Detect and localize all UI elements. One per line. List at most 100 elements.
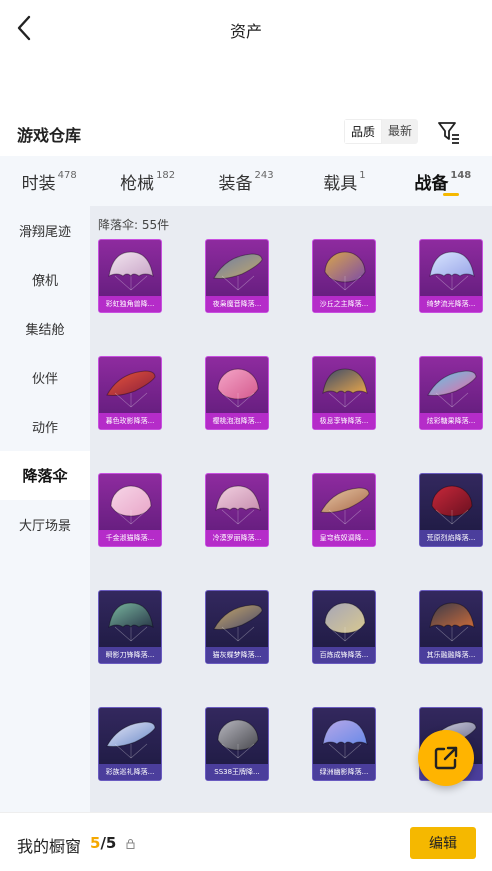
parachute-item-card[interactable]: 猫灰蝶梦降落... bbox=[205, 590, 269, 664]
parachute-item-card[interactable]: 绿洲幽影降落... bbox=[312, 707, 376, 781]
parachute-item-card[interactable]: 暮色玫影降落... bbox=[98, 356, 162, 430]
parachute-icon bbox=[106, 370, 156, 408]
parachute-icon bbox=[213, 604, 263, 642]
tab-combat-gear[interactable]: 战备 148 bbox=[394, 156, 492, 206]
top-nav: 资产 bbox=[0, 0, 492, 58]
parachute-icon bbox=[427, 370, 477, 408]
item-name: 樱桃泡泡降落... bbox=[206, 413, 268, 429]
parachute-icon bbox=[322, 719, 368, 759]
page-title: 资产 bbox=[229, 22, 262, 41]
parachute-icon bbox=[429, 602, 475, 642]
tab-label: 时装 bbox=[21, 173, 56, 194]
parachute-icon bbox=[110, 485, 152, 525]
item-name: 绮梦流光降落... bbox=[420, 296, 482, 312]
parachute-icon bbox=[108, 602, 154, 642]
tab-equipment[interactable]: 装备 243 bbox=[197, 156, 295, 206]
parachute-icon bbox=[213, 253, 263, 291]
item-name: 千金淑猫降落... bbox=[99, 530, 161, 546]
parachute-item-card[interactable]: 夜枭魔音降落... bbox=[205, 239, 269, 313]
item-name: SS38王牌降... bbox=[206, 764, 268, 780]
item-name: 百炼成锋降落... bbox=[313, 647, 375, 663]
item-name: 猫灰蝶梦降落... bbox=[206, 647, 268, 663]
parachute-icon bbox=[322, 368, 368, 408]
sort-by-quality[interactable]: 品质 bbox=[344, 119, 383, 144]
item-name: 沙丘之主降落... bbox=[313, 296, 375, 312]
item-name: 冷漠罗丽降落... bbox=[206, 530, 268, 546]
parachute-item-card[interactable]: 瞬影刀锋降落... bbox=[98, 590, 162, 664]
sort-toggle: 品质 最新 bbox=[344, 119, 419, 144]
parachute-item-card[interactable]: 彩虹独角兽降... bbox=[98, 239, 162, 313]
parachute-item-card[interactable]: 千金淑猫降落... bbox=[98, 473, 162, 547]
showcase-total: 5 bbox=[105, 834, 117, 852]
parachute-icon bbox=[320, 487, 370, 525]
tab-label: 战备 bbox=[414, 173, 449, 194]
item-name: 彩虹独角兽降... bbox=[99, 296, 161, 312]
parachute-item-card[interactable]: 彩族巡礼降落... bbox=[98, 707, 162, 781]
parachute-item-card[interactable]: 皇穹栋奴调降... bbox=[312, 473, 376, 547]
tab-fashion[interactable]: 时装 478 bbox=[0, 156, 98, 206]
item-name: 皇穹栋奴调降... bbox=[313, 530, 375, 546]
sidebar-item-parachute[interactable]: 降落伞 bbox=[0, 451, 90, 500]
tab-count: 1 bbox=[359, 169, 366, 181]
parachute-icon bbox=[429, 251, 475, 291]
tab-vehicles[interactable]: 载具 1 bbox=[295, 156, 393, 206]
parachute-item-card[interactable]: 其乐融融降落... bbox=[419, 590, 483, 664]
sidebar-item-emote[interactable]: 动作 bbox=[0, 402, 90, 451]
parachute-icon bbox=[106, 721, 156, 759]
showcase-count: 5/5 bbox=[90, 834, 116, 852]
item-name: 彩族巡礼降落... bbox=[99, 764, 161, 780]
asset-page: 资产 游戏仓库 品质 最新 时装 478 枪械 182 装备 243 载具 1 战备 14… bbox=[0, 0, 492, 871]
parachute-icon bbox=[217, 368, 259, 408]
tab-label: 装备 bbox=[218, 173, 253, 194]
parachute-icon bbox=[215, 485, 261, 525]
item-name: 夜枭魔音降落... bbox=[206, 296, 268, 312]
parachute-item-card[interactable]: 沙丘之主降落... bbox=[312, 239, 376, 313]
item-name: 炫彩糖果降落... bbox=[420, 413, 482, 429]
grid-caption: 降落伞: 55件 bbox=[98, 218, 170, 232]
tab-count: 182 bbox=[156, 169, 176, 181]
parachute-item-card[interactable]: SS38王牌降... bbox=[205, 707, 269, 781]
showcase-bar: 我的橱窗 5/5 编辑 bbox=[0, 812, 492, 871]
tab-weapons[interactable]: 枪械 182 bbox=[98, 156, 196, 206]
parachute-item-card[interactable]: 冷漠罗丽降落... bbox=[205, 473, 269, 547]
category-tabs: 时装 478 枪械 182 装备 243 载具 1 战备 148 bbox=[0, 156, 492, 206]
share-button[interactable] bbox=[418, 730, 474, 786]
showcase-label: 我的橱窗 bbox=[17, 837, 82, 856]
parachute-icon bbox=[108, 251, 154, 291]
edit-button[interactable]: 编辑 bbox=[410, 827, 476, 859]
parachute-item-card[interactable]: 绮梦流光降落... bbox=[419, 239, 483, 313]
lock-icon bbox=[126, 839, 135, 849]
parachute-icon bbox=[324, 602, 366, 642]
parachute-item-card[interactable]: 荒原烈焰降落... bbox=[419, 473, 483, 547]
sidebar-item-wingman[interactable]: 僚机 bbox=[0, 255, 90, 304]
tab-count: 243 bbox=[254, 169, 274, 181]
sidebar-item-rally-pod[interactable]: 集结舱 bbox=[0, 304, 90, 353]
item-grid: 彩虹独角兽降... 夜枭魔音降落... 沙丘之主降落... 绮梦流光降落... 暮色玫影… bbox=[98, 239, 492, 781]
tab-label: 载具 bbox=[323, 173, 358, 194]
parachute-item-card[interactable]: 百炼成锋降落... bbox=[312, 590, 376, 664]
filter-button[interactable] bbox=[436, 119, 462, 145]
item-name: 暮色玫影降落... bbox=[99, 413, 161, 429]
sidebar-item-glide-trail[interactable]: 滑翔尾迹 bbox=[0, 206, 90, 255]
parachute-item-card[interactable]: 樱桃泡泡降落... bbox=[205, 356, 269, 430]
sidebar-item-lobby-scene[interactable]: 大厅场景 bbox=[0, 500, 90, 549]
item-name: 极息孪锋降落... bbox=[313, 413, 375, 429]
parachute-icon bbox=[217, 719, 259, 759]
item-grid-area: 降落伞: 55件 彩虹独角兽降... 夜枭魔音降落... 沙丘之主降落... 绮梦流光… bbox=[90, 206, 492, 812]
tab-label: 枪械 bbox=[120, 173, 155, 194]
parachute-item-card[interactable]: 炫彩糖果降落... bbox=[419, 356, 483, 430]
parachute-icon bbox=[324, 251, 366, 291]
item-name: 瞬影刀锋降落... bbox=[99, 647, 161, 663]
warehouse-title: 游戏仓库 bbox=[17, 126, 82, 145]
parachute-icon bbox=[431, 485, 473, 525]
sort-by-newest[interactable]: 最新 bbox=[382, 119, 418, 144]
share-icon bbox=[434, 746, 458, 770]
sidebar-item-partner[interactable]: 伙伴 bbox=[0, 353, 90, 402]
filter-icon bbox=[438, 122, 459, 144]
parachute-item-card[interactable]: 极息孪锋降落... bbox=[312, 356, 376, 430]
showcase-used: 5 bbox=[90, 834, 101, 852]
tab-count: 148 bbox=[450, 169, 472, 181]
item-name: 其乐融融降落... bbox=[420, 647, 482, 663]
warehouse-header: 游戏仓库 品质 最新 bbox=[0, 112, 492, 152]
item-name: 荒原烈焰降落... bbox=[420, 530, 482, 546]
